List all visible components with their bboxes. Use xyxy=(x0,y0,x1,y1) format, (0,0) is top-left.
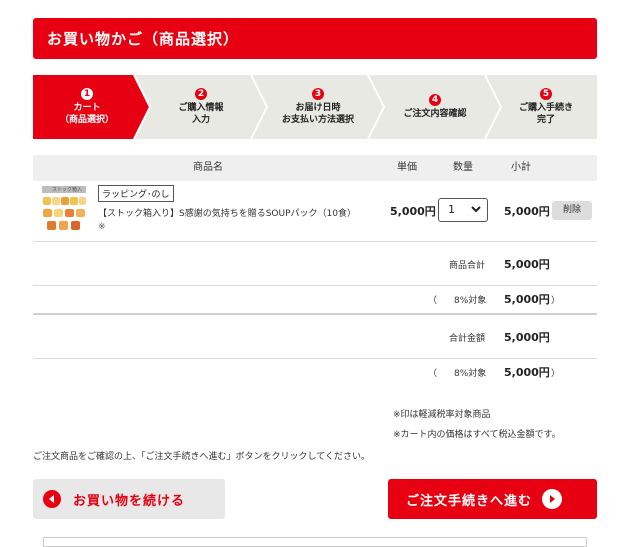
step-number: 4 xyxy=(429,94,441,106)
tax1-open-paren: （ xyxy=(428,296,438,306)
step-label: ご購入手続き xyxy=(518,103,573,113)
continue-shopping-button[interactable]: お買い物を続ける xyxy=(33,479,225,519)
step-label: カート xyxy=(73,103,101,113)
cart-table-header: 商品名 単価 数量 小計 xyxy=(33,155,597,181)
grand-total-label: 合計金額 xyxy=(449,334,486,344)
unit-price: 5,000円 xyxy=(390,205,436,218)
step-cart: 1 カート （商品選択） xyxy=(33,75,141,139)
delete-button[interactable]: 削除 xyxy=(552,201,592,220)
continue-shopping-label: お買い物を続ける xyxy=(73,493,186,509)
note-reduced-tax: ※印は軽減税率対象商品 xyxy=(393,410,491,420)
arrow-right-icon xyxy=(542,489,563,509)
tax2-label: 8%対象 xyxy=(454,369,487,379)
lower-panel xyxy=(43,537,587,547)
step-complete: 5 ご購入手続き 完了 xyxy=(495,75,597,139)
step-number: 1 xyxy=(81,88,93,100)
divider xyxy=(33,241,597,242)
wrapping-badge: ラッピング･のし xyxy=(98,185,174,202)
proceed-checkout-label: ご注文手続きへ進む xyxy=(406,493,533,509)
header-product: 商品名 xyxy=(193,162,223,173)
header-qty: 数量 xyxy=(453,162,473,173)
tax2-value: 5,000円 xyxy=(504,366,550,379)
goods-total-label: 商品合計 xyxy=(449,261,486,271)
step-label-sub: 完了 xyxy=(536,115,555,125)
product-name-link[interactable]: 【ストック箱入り】S感謝の気持ちを贈るSOUPパック（10食） xyxy=(98,206,356,219)
checkout-steps: 1 カート （商品選択） 2 ご購入情報 入力 3 お届け日時 お支払い方法選択… xyxy=(33,75,597,139)
arrow-left-icon xyxy=(43,490,61,508)
note-tax-included: ※カート内の価格はすべて税込金額です。 xyxy=(393,430,561,440)
step-delivery-payment: 3 お届け日時 お支払い方法選択 xyxy=(259,75,377,139)
step-label: ご注文内容確認 xyxy=(403,109,467,119)
step-number: 3 xyxy=(312,88,324,100)
quantity-value: 1 xyxy=(448,203,455,216)
step-label-sub: （商品選択） xyxy=(59,115,114,125)
step-label-sub: 入力 xyxy=(191,115,210,125)
step-label: ご購入情報 xyxy=(178,103,224,113)
goods-total-value: 5,000円 xyxy=(504,258,550,271)
step-label: お届け日時 xyxy=(295,103,341,113)
tax2-open-paren: （ xyxy=(428,369,438,379)
tax1-label: 8%対象 xyxy=(454,296,487,306)
item-subtotal: 5,000円 xyxy=(504,205,550,218)
divider xyxy=(33,358,597,359)
divider xyxy=(33,285,597,286)
tax2-close-paren: ） xyxy=(551,369,561,379)
header-unit-price: 単価 xyxy=(397,162,417,173)
header-subtotal: 小計 xyxy=(511,162,531,173)
quantity-select[interactable]: 1 xyxy=(438,198,488,222)
instruction-text: ご注文商品をご確認の上、「ご注文手続きへ進む」ボタンをクリックしてください。 xyxy=(33,452,370,462)
tax1-close-paren: ） xyxy=(551,296,561,306)
chevron-down-icon xyxy=(471,199,481,229)
reduced-tax-mark: ※ xyxy=(98,222,106,232)
page-title-text: お買い物かご（商品選択） xyxy=(47,30,240,48)
page-title: お買い物かご（商品選択） xyxy=(33,18,597,59)
divider xyxy=(33,313,597,315)
step-order-confirm: 4 ご注文内容確認 xyxy=(377,75,493,139)
grand-total-value: 5,000円 xyxy=(504,331,550,344)
tax1-value: 5,000円 xyxy=(504,293,550,306)
step-number: 2 xyxy=(195,88,207,100)
step-purchase-info: 2 ご購入情報 入力 xyxy=(143,75,259,139)
proceed-checkout-button[interactable]: ご注文手続きへ進む xyxy=(388,479,597,519)
step-number: 5 xyxy=(540,88,552,100)
thumbnail-label: ストック箱入 xyxy=(52,187,83,193)
step-label-sub: お支払い方法選択 xyxy=(281,115,354,125)
